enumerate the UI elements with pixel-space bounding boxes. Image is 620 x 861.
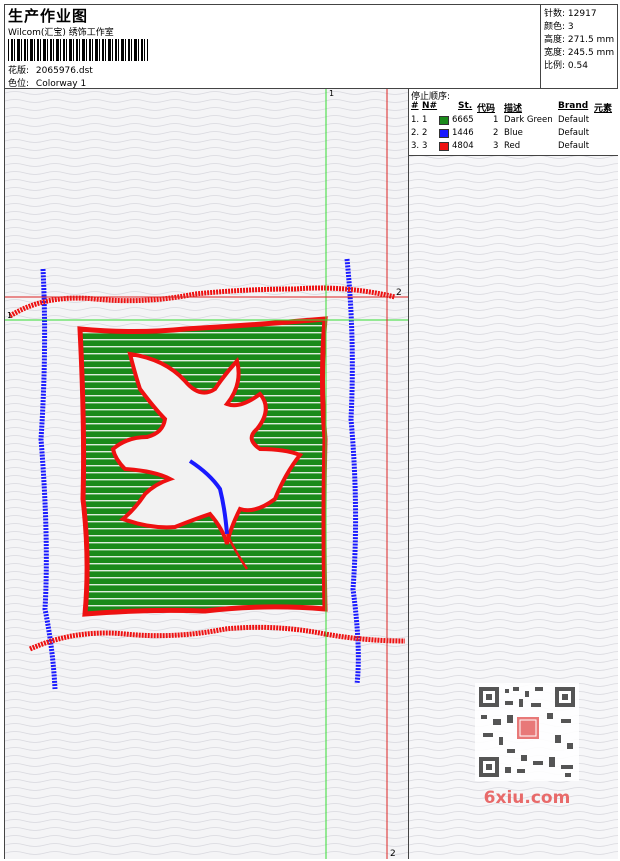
- guide-label-h2: 2: [396, 288, 402, 298]
- color-swatch-blue: [439, 129, 449, 138]
- col-hash: #: [411, 101, 419, 111]
- watermark: 6xiu.com: [469, 679, 589, 819]
- stat-width: 宽度: 245.5 mm: [544, 48, 615, 58]
- stats-block: 针数: 12917 颜色: 3 高度: 271.5 mm 宽度: 245.5 m…: [540, 5, 619, 88]
- color-swatch-red: [439, 142, 449, 151]
- stat-colors: 颜色: 3: [544, 22, 574, 32]
- page-title: 生产作业图: [8, 7, 89, 25]
- qr-code-icon: 6xiu.com: [475, 683, 579, 808]
- design-value: 2065976.dst: [35, 66, 93, 76]
- barcode-icon: [8, 39, 148, 61]
- design-info: 花版: 2065976.dst: [8, 63, 93, 76]
- table-row: 1. 1 6665 1 Dark Green Default: [411, 115, 590, 125]
- stat-stitches: 针数: 12917: [544, 9, 597, 19]
- guide-label-v2: 2: [390, 849, 396, 859]
- stop-sequence-table: 停止顺序: # N# St. 代码 描述 Brand 元素 1. 1 6665 …: [409, 89, 618, 156]
- col-number: N#: [422, 101, 438, 111]
- color-swatch-green: [439, 116, 449, 125]
- table-row: 3. 3 4804 3 Red Default: [411, 141, 590, 151]
- embroidery-canvas: 1 1 2 2: [5, 89, 408, 859]
- watermark-text: 6xiu.com: [484, 788, 571, 808]
- design-label: 花版:: [8, 66, 30, 76]
- company-name: Wilcom(汇宝) 绣饰工作室: [8, 28, 114, 38]
- col-brand: Brand: [558, 101, 589, 111]
- guide-label-h1: 1: [7, 311, 12, 320]
- stat-scale: 比例: 0.54: [544, 61, 588, 71]
- design-preview: 1 1 2 2: [5, 89, 409, 859]
- header-block: 生产作业图 Wilcom(汇宝) 绣饰工作室 花版: 2065976.dst 色…: [5, 5, 540, 89]
- col-code: 代码: [477, 104, 496, 114]
- col-description: 描述: [504, 104, 523, 114]
- guide-label-v1: 1: [329, 89, 334, 98]
- col-stitches: St.: [458, 101, 473, 111]
- stop-sequence-panel: 停止顺序: # N# St. 代码 描述 Brand 元素 1. 1 6665 …: [409, 89, 618, 859]
- table-row: 2. 2 1446 2 Blue Default: [411, 128, 590, 138]
- stat-height: 高度: 271.5 mm: [544, 35, 615, 45]
- col-element: 元素: [594, 104, 613, 114]
